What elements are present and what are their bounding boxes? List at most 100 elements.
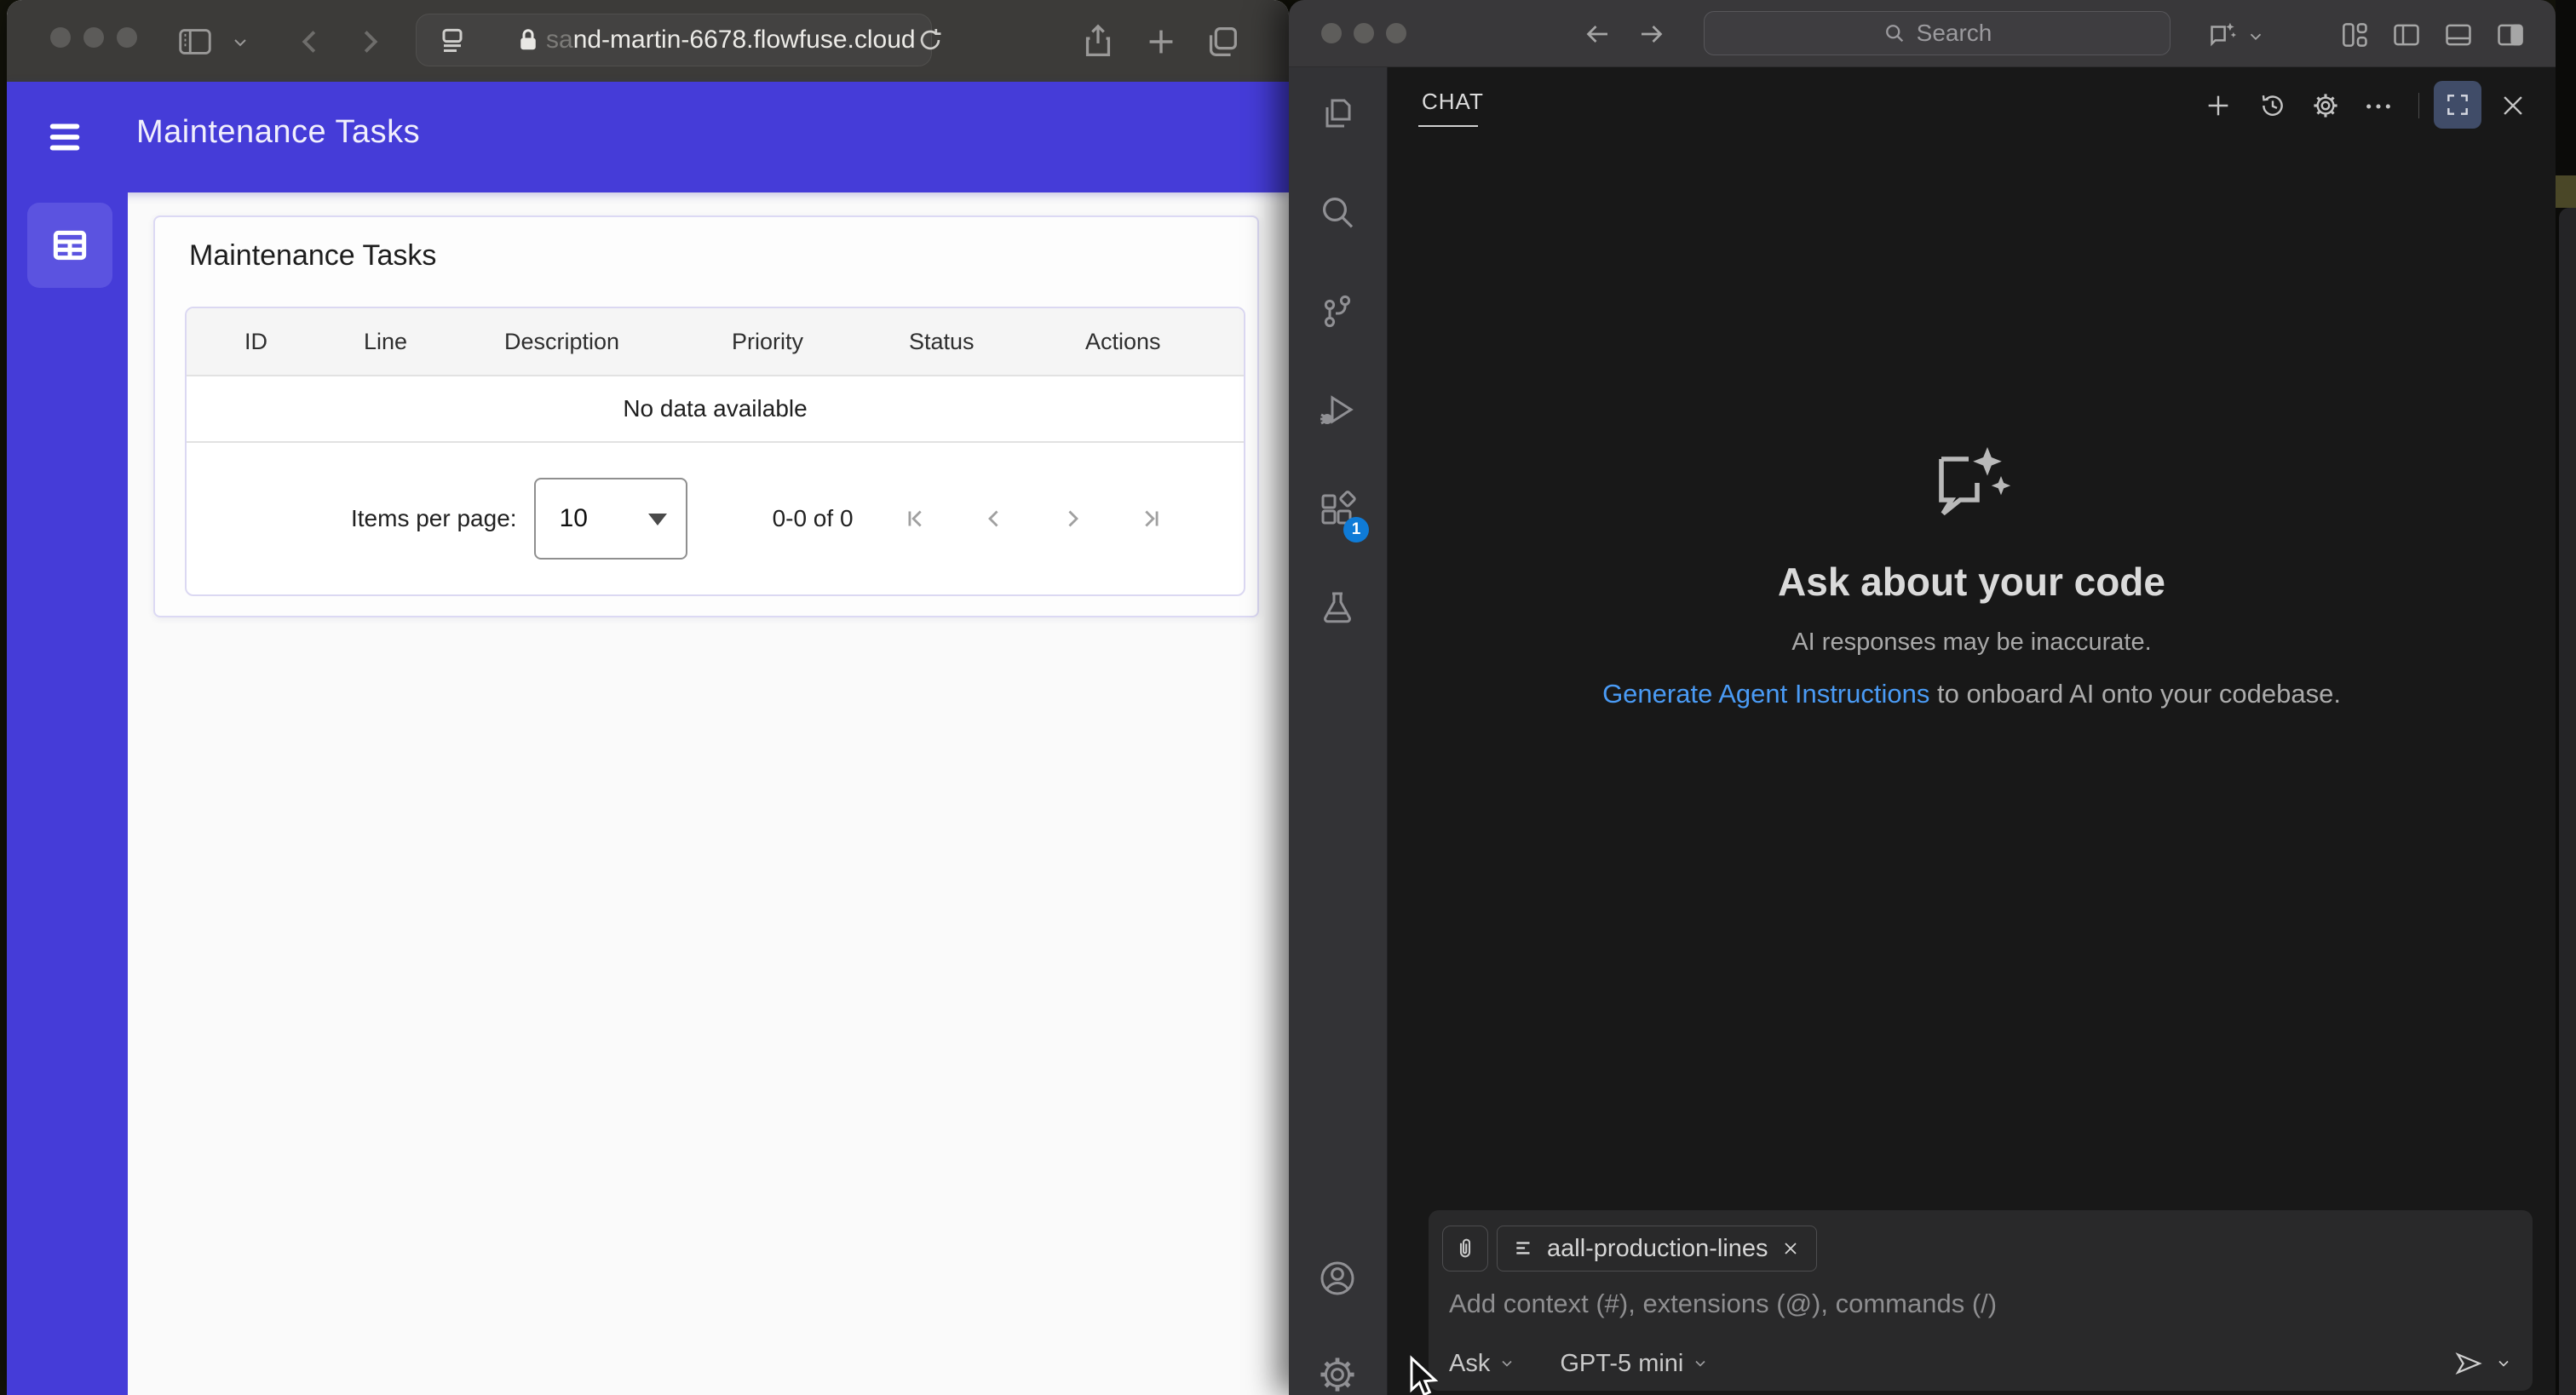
zoom-traffic-light[interactable] — [1386, 23, 1406, 43]
pagination-controls — [901, 504, 1165, 533]
table-grid-icon — [49, 224, 91, 267]
chat-sparkle-icon — [1928, 442, 2016, 524]
search-icon[interactable] — [1317, 192, 1358, 232]
chat-text-input[interactable]: Add context (#), extensions (@), command… — [1449, 1289, 1997, 1319]
column-header-description[interactable]: Description — [504, 329, 732, 355]
card-title: Maintenance Tasks — [189, 239, 437, 272]
first-page-button[interactable] — [901, 504, 930, 533]
send-button-group — [2454, 1349, 2512, 1378]
nav-back-icon[interactable] — [1582, 19, 1613, 49]
activity-bar: 1 — [1289, 67, 1388, 1395]
app-title: Maintenance Tasks — [136, 114, 421, 150]
web-page: Maintenance Tasks Maintenance Tasks ID L… — [7, 82, 1289, 1395]
close-traffic-light[interactable] — [1321, 23, 1342, 43]
new-tab-icon[interactable] — [1141, 22, 1181, 61]
toggle-secondary-sidebar-icon[interactable] — [2494, 19, 2527, 51]
attach-context-button[interactable] — [1442, 1226, 1488, 1272]
reload-icon[interactable] — [916, 26, 945, 55]
chat-empty-state: Ask about your code AI responses may be … — [1388, 442, 2556, 709]
table-pagination-footer: Items per page: 10 0-0 of 0 — [187, 443, 1244, 594]
settings-gear-icon[interactable] — [1317, 1354, 1358, 1395]
next-page-button[interactable] — [1058, 504, 1087, 533]
tab-overview-icon[interactable] — [1203, 22, 1242, 61]
zoom-traffic-light[interactable] — [117, 27, 137, 48]
address-bar[interactable]: sand-martin-6678.flowfuse.cloud — [416, 14, 941, 66]
sidebar-toggle-icon[interactable] — [175, 22, 215, 61]
safari-window: sand-martin-6678.flowfuse.cloud Maintena… — [7, 0, 1289, 1395]
testing-icon[interactable] — [1317, 587, 1358, 628]
tasks-table: ID Line Description Priority Status Acti… — [185, 307, 1245, 596]
minimize-traffic-light[interactable] — [83, 27, 104, 48]
extensions-badge: 1 — [1343, 517, 1369, 542]
chevron-down-icon — [1498, 1355, 1515, 1372]
account-icon[interactable] — [1317, 1258, 1358, 1299]
empty-state-hint: Generate Agent Instructions to onboard A… — [1602, 679, 2341, 709]
app-nav-rail — [7, 192, 128, 1395]
customize-layout-icon[interactable] — [2338, 19, 2371, 51]
maximize-panel-button[interactable] — [2434, 81, 2481, 129]
send-options-chevron-icon[interactable] — [2495, 1355, 2512, 1372]
app-header: Maintenance Tasks — [7, 82, 1289, 192]
new-chat-icon[interactable] — [2204, 91, 2233, 120]
chevron-down-icon[interactable] — [230, 32, 250, 53]
chat-settings-gear-icon[interactable] — [2311, 91, 2340, 120]
url-text: sand-martin-6678.flowfuse.cloud — [546, 26, 916, 54]
run-debug-icon[interactable] — [1317, 389, 1358, 430]
maintenance-tasks-card: Maintenance Tasks ID Line Description Pr… — [153, 215, 1259, 617]
generate-agent-instructions-link[interactable]: Generate Agent Instructions — [1602, 679, 1929, 709]
pagination-range: 0-0 of 0 — [772, 505, 854, 531]
mouse-cursor — [1403, 1355, 1442, 1395]
page-settings-icon[interactable] — [435, 23, 469, 57]
close-traffic-light[interactable] — [50, 27, 71, 48]
back-button[interactable] — [291, 22, 331, 61]
background-window-edge — [2559, 208, 2576, 1395]
column-header-status[interactable]: Status — [909, 329, 1085, 355]
copilot-icon[interactable] — [2207, 19, 2240, 51]
screen: sand-martin-6678.flowfuse.cloud Maintena… — [0, 0, 2576, 1395]
last-page-button[interactable] — [1136, 504, 1165, 533]
maximize-icon — [2447, 95, 2468, 115]
vscode-titlebar: Search — [1289, 0, 2556, 67]
background-window-strip — [2556, 0, 2576, 1395]
source-control-icon[interactable] — [1317, 291, 1358, 332]
mode-dropdown[interactable]: Ask — [1449, 1350, 1515, 1378]
table-header-row: ID Line Description Priority Status Acti… — [187, 308, 1244, 376]
more-actions-icon[interactable] — [2364, 98, 2393, 115]
chat-panel: CHAT Ask about your code AI responses ma… — [1388, 67, 2556, 1395]
model-dropdown[interactable]: GPT-5 mini — [1560, 1350, 1709, 1378]
column-header-line[interactable]: Line — [364, 329, 504, 355]
previous-page-button[interactable] — [980, 504, 1009, 533]
forward-button[interactable] — [349, 22, 388, 61]
share-icon[interactable] — [1078, 22, 1118, 61]
lock-icon — [515, 27, 541, 53]
chevron-down-icon — [1692, 1355, 1709, 1372]
nav-item-maintenance[interactable] — [27, 203, 112, 288]
search-icon — [1883, 21, 1906, 45]
column-header-id[interactable]: ID — [187, 329, 364, 355]
toggle-primary-sidebar-icon[interactable] — [2390, 19, 2423, 51]
empty-state-subtitle: AI responses may be inaccurate. — [1791, 629, 2152, 656]
context-chip[interactable]: aall-production-lines — [1497, 1226, 1817, 1272]
tab-chat[interactable]: CHAT — [1422, 89, 1484, 115]
chat-tab-underline — [1418, 125, 1478, 127]
context-file-icon — [1513, 1237, 1535, 1260]
hamburger-menu-icon[interactable] — [47, 121, 83, 153]
empty-state-title: Ask about your code — [1778, 560, 2165, 604]
remove-context-icon[interactable] — [1780, 1238, 1801, 1259]
chat-history-icon[interactable] — [2258, 91, 2287, 120]
toggle-panel-icon[interactable] — [2442, 19, 2475, 51]
copilot-chevron-icon[interactable] — [2246, 27, 2265, 46]
minimize-traffic-light[interactable] — [1354, 23, 1374, 43]
explorer-icon[interactable] — [1317, 94, 1358, 135]
nav-forward-icon[interactable] — [1636, 19, 1667, 49]
command-center-search[interactable]: Search — [1704, 11, 2171, 55]
browser-toolbar: sand-martin-6678.flowfuse.cloud — [7, 0, 1289, 83]
column-header-actions[interactable]: Actions — [1085, 329, 1161, 355]
chat-input-container[interactable]: aall-production-lines Add context (#), e… — [1429, 1210, 2533, 1391]
close-panel-icon[interactable] — [2498, 91, 2527, 120]
items-per-page-label: Items per page: — [351, 505, 517, 531]
vscode-window: Search 1 CHAT Ask about your code AI res… — [1289, 0, 2556, 1395]
items-per-page-select[interactable]: 10 — [533, 478, 687, 560]
column-header-priority[interactable]: Priority — [732, 329, 909, 355]
send-icon[interactable] — [2454, 1349, 2483, 1378]
